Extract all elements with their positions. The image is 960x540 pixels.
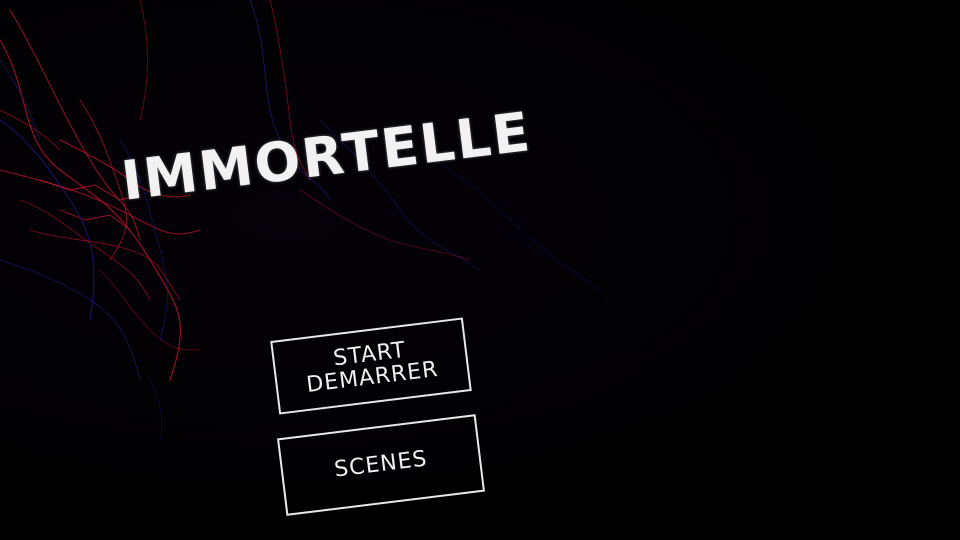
main-menu-screen: IMMORTELLE START DEMARRER SCENES <box>0 0 960 540</box>
demarrer-label: DEMARRER <box>305 356 440 398</box>
scenes-label: SCENES <box>333 446 429 484</box>
